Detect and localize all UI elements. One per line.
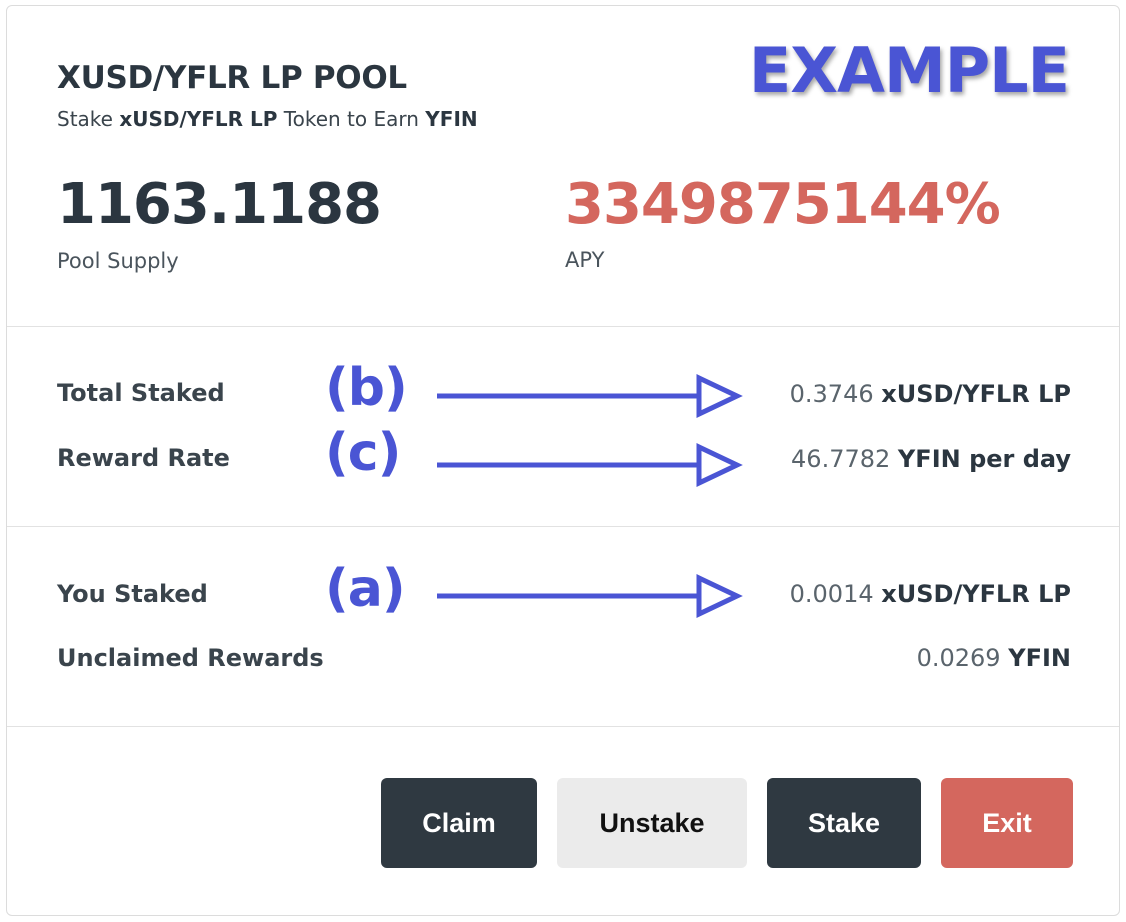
unclaimed-rewards-value: 0.0269 YFIN: [917, 644, 1071, 672]
arrow-icon: [437, 443, 743, 487]
subtitle-prefix: Stake: [57, 107, 120, 131]
stake-button[interactable]: Stake: [767, 778, 921, 868]
divider: [7, 526, 1119, 527]
you-staked-label: You Staked: [57, 580, 208, 608]
subtitle-reward-token: YFIN: [425, 107, 478, 131]
apy-value: 3349875144%: [565, 172, 1001, 237]
pool-supply-value: 1163.1188: [57, 172, 382, 237]
annotation-b: (b): [325, 358, 408, 418]
annotation-c: (c): [325, 423, 401, 483]
pool-card: XUSD/YFLR LP POOL Stake xUSD/YFLR LP Tok…: [6, 5, 1120, 916]
exit-button[interactable]: Exit: [941, 778, 1073, 868]
reward-rate-unit: YFIN per day: [897, 445, 1071, 473]
you-staked-value: 0.0014 xUSD/YFLR LP: [790, 580, 1071, 608]
claim-button[interactable]: Claim: [381, 778, 537, 868]
pool-title: XUSD/YFLR LP POOL: [57, 60, 407, 96]
subtitle-middle: Token to Earn: [277, 107, 426, 131]
reward-rate-amount: 46.7782: [791, 445, 891, 473]
you-staked-amount: 0.0014: [789, 580, 874, 608]
unclaimed-rewards-amount: 0.0269: [916, 644, 1001, 672]
unclaimed-rewards-label: Unclaimed Rewards: [57, 644, 324, 672]
total-staked-label: Total Staked: [57, 379, 225, 407]
reward-rate-value: 46.7782 YFIN per day: [791, 445, 1071, 473]
reward-rate-label: Reward Rate: [57, 444, 230, 472]
pool-supply-label: Pool Supply: [57, 249, 179, 273]
total-staked-unit: xUSD/YFLR LP: [881, 380, 1071, 408]
you-staked-unit: xUSD/YFLR LP: [881, 580, 1071, 608]
apy-label: APY: [565, 248, 605, 272]
unclaimed-rewards-unit: YFIN: [1008, 644, 1071, 672]
arrow-icon: [437, 574, 743, 618]
divider: [7, 326, 1119, 327]
total-staked-value: 0.3746 xUSD/YFLR LP: [790, 380, 1071, 408]
total-staked-amount: 0.3746: [789, 380, 874, 408]
arrow-icon: [437, 374, 743, 418]
example-watermark: EXAMPLE: [748, 34, 1070, 107]
divider: [7, 726, 1119, 727]
annotation-a: (a): [325, 559, 406, 619]
pool-subtitle: Stake xUSD/YFLR LP Token to Earn YFIN: [57, 107, 478, 131]
unstake-button[interactable]: Unstake: [557, 778, 747, 868]
subtitle-token: xUSD/YFLR LP: [119, 107, 278, 131]
